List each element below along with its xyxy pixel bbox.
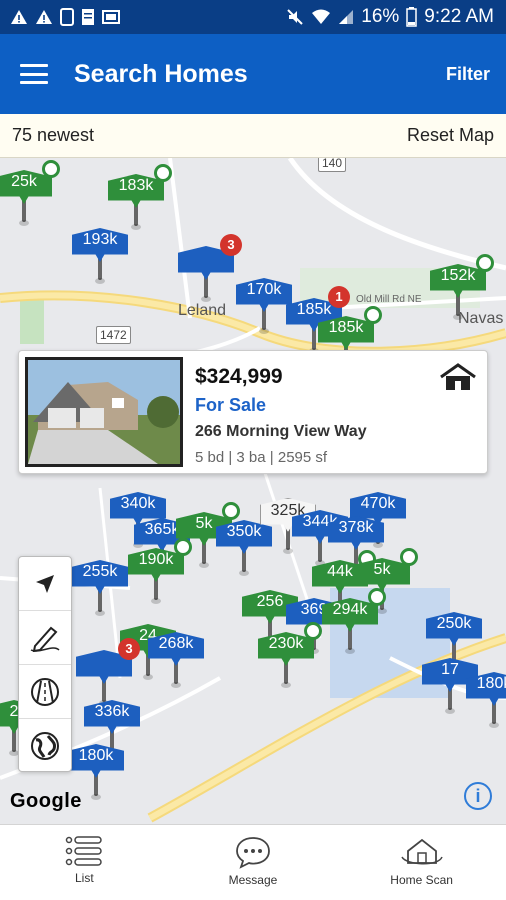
new-listing-dot — [368, 588, 386, 606]
marker-price: 193k — [72, 228, 128, 262]
marker-price: 378k — [328, 516, 384, 550]
app-bar: Search Homes Filter — [0, 34, 506, 114]
price-marker[interactable]: 183k — [108, 164, 172, 234]
price-marker[interactable]: 190k — [128, 538, 192, 608]
bottom-nav: List Message Home Scan — [0, 824, 506, 900]
new-listing-dot — [364, 306, 382, 324]
message-icon — [236, 837, 270, 869]
mute-icon — [287, 9, 303, 25]
price-marker[interactable]: 193k — [72, 228, 128, 288]
cluster-count-badge: 1 — [328, 286, 350, 308]
cluster-count-badge: 3 — [220, 234, 242, 256]
signal-icon — [339, 10, 354, 24]
battery-icon — [406, 7, 418, 27]
clock: 9:22 AM — [424, 6, 494, 27]
nav-list-label: List — [74, 871, 94, 885]
price-marker[interactable]: 170k — [236, 278, 292, 338]
listing-details: 5 bd | 3 ba | 2595 sf — [195, 449, 328, 466]
price-marker[interactable]: 294k — [322, 588, 386, 658]
results-bar: 75 newest Reset Map — [0, 114, 506, 158]
marker-price: 336k — [84, 700, 140, 734]
price-marker[interactable]: 268k — [148, 632, 204, 692]
status-bar: 16% 9:22 AM — [0, 0, 506, 34]
nav-home-scan[interactable]: Home Scan — [352, 825, 492, 900]
price-marker[interactable]: 180k — [466, 672, 506, 732]
road-shield-1472: 1472 — [96, 326, 131, 344]
marker-price: 180k — [466, 672, 506, 706]
new-listing-dot — [476, 254, 494, 272]
google-logo: Google — [10, 790, 82, 812]
info-icon[interactable]: i — [464, 782, 492, 810]
marker-price: 250k — [426, 612, 482, 646]
document-icon — [82, 9, 94, 25]
new-listing-dot — [400, 548, 418, 566]
globe-icon[interactable] — [19, 719, 71, 773]
cluster-count-badge: 3 — [118, 638, 140, 660]
status-system: 16% 9:22 AM — [286, 6, 494, 28]
house-icon — [440, 363, 476, 390]
road-view-icon[interactable] — [19, 665, 71, 719]
filter-button[interactable]: Filter — [446, 64, 490, 85]
price-marker[interactable]: 230k — [258, 622, 322, 692]
listing-photo — [25, 357, 183, 467]
nav-message-label: Message — [228, 873, 278, 887]
warning-icon — [36, 10, 52, 24]
draw-icon[interactable] — [19, 611, 71, 665]
nav-home-scan-label: Home Scan — [390, 873, 453, 887]
new-listing-dot — [222, 502, 240, 520]
reset-map-button[interactable]: Reset Map — [407, 125, 494, 146]
price-marker[interactable]: 152k — [430, 254, 494, 324]
new-listing-dot — [174, 538, 192, 556]
wifi-icon — [312, 9, 331, 24]
price-marker[interactable]: 255k — [72, 560, 128, 620]
status-notifications — [10, 8, 120, 26]
hamburger-icon[interactable] — [20, 64, 48, 84]
list-icon — [66, 836, 103, 866]
road-shield-140: 140 — [318, 158, 347, 172]
home-scan-icon — [400, 838, 443, 865]
nav-list[interactable]: List — [14, 825, 154, 900]
marker-price: 255k — [72, 560, 128, 594]
warning-icon — [11, 10, 27, 24]
new-listing-dot — [304, 622, 322, 640]
new-listing-dot — [42, 160, 60, 178]
battery-percent: 16% — [361, 6, 400, 27]
page-title: Search Homes — [74, 59, 248, 88]
results-count: 75 newest — [12, 125, 95, 145]
nav-message[interactable]: Message — [183, 825, 323, 900]
listing-status: For Sale — [195, 395, 267, 415]
listing-address: 266 Morning View Way — [195, 423, 367, 440]
listing-price: $324,999 — [195, 365, 283, 388]
marker-price: 180k — [68, 744, 124, 778]
marker-price: 170k — [236, 278, 292, 312]
map-view[interactable]: Leland Navas Old Mill Rd NE 1472 140 25k… — [0, 158, 506, 824]
price-marker[interactable]: 3 — [178, 234, 242, 306]
new-listing-dot — [154, 164, 172, 182]
map-tools — [18, 556, 72, 772]
locate-icon[interactable] — [19, 557, 71, 611]
road-label-old-mill: Old Mill Rd NE — [356, 294, 422, 305]
marker-price: 268k — [148, 632, 204, 666]
image-icon — [102, 10, 120, 24]
phone-icon — [60, 8, 74, 26]
listing-callout[interactable]: $324,999 For Sale 266 Morning View Way 5… — [18, 350, 488, 474]
price-marker[interactable]: 25k — [0, 160, 60, 230]
